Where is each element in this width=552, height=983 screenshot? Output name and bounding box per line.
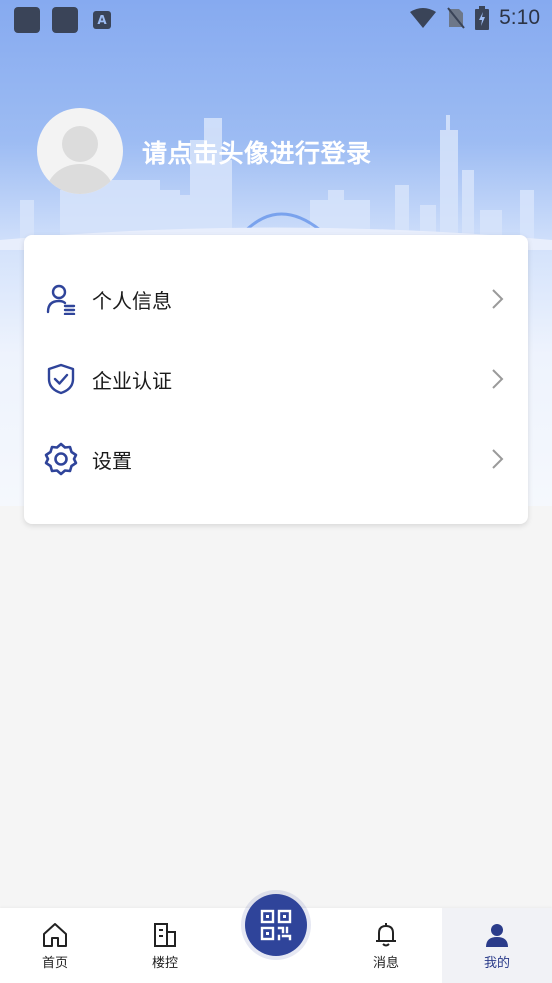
home-icon [43,923,67,947]
menu-item-label: 个人信息 [92,288,172,313]
tab-mine[interactable]: 我的 [442,908,552,983]
tab-label: 我的 [483,956,510,971]
app-notification-icon: A [93,11,111,29]
chevron-right-icon [492,449,504,469]
login-prompt[interactable]: 请点击头像进行登录 [142,134,372,170]
tab-label: 消息 [372,956,399,971]
bell-icon [376,923,396,947]
tab-label: 楼控 [151,956,178,971]
chevron-right-icon [492,369,504,389]
default-user-icon [46,126,114,194]
status-time: 5:10 [499,6,540,29]
menu-item-personal-info[interactable]: 个人信息 [24,259,528,339]
menu-item-label: 设置 [92,448,132,473]
tab-building-control[interactable]: 楼控 [110,908,220,983]
tab-home[interactable]: 首页 [0,908,110,983]
qr-code-icon [260,909,292,941]
person-icon [486,924,508,947]
gear-icon [44,442,78,476]
status-bar: A 5:10 [0,0,552,40]
tab-label: 首页 [41,956,68,971]
menu-item-label: 企业认证 [92,368,172,393]
avatar[interactable] [37,108,123,194]
menu-item-enterprise-verification[interactable]: 企业认证 [24,339,528,419]
no-sim-icon [447,7,465,29]
notification-icon [52,7,78,33]
notification-icon [14,7,40,33]
scan-qr-button[interactable] [245,894,307,956]
menu-item-settings[interactable]: 设置 [24,419,528,499]
tab-messages[interactable]: 消息 [331,908,441,983]
chevron-right-icon [492,289,504,309]
shield-check-icon [44,362,78,396]
wifi-icon [410,8,437,28]
building-icon [154,923,176,947]
user-list-icon [44,282,78,316]
battery-icon [475,6,490,30]
menu-card: 个人信息 企业认证 设置 [24,235,528,524]
